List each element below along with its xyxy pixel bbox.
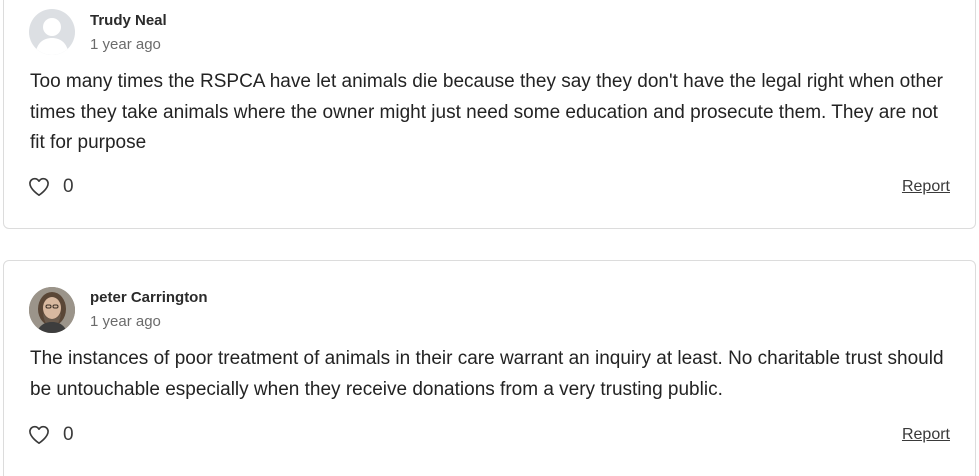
comment-card: Trudy Neal 1 year ago Too many times the… xyxy=(3,0,976,229)
comment-text: The instances of poor treatment of anima… xyxy=(30,348,944,400)
like-button[interactable]: 0 xyxy=(28,176,74,198)
heart-icon xyxy=(29,177,49,196)
report-link[interactable]: Report xyxy=(902,426,950,444)
default-user-silhouette-icon xyxy=(29,9,75,55)
comments-feed: Trudy Neal 1 year ago Too many times the… xyxy=(0,0,979,476)
like-count: 0 xyxy=(63,424,74,445)
avatar[interactable] xyxy=(29,9,75,55)
comment-card: peter Carrington 1 year ago The instance… xyxy=(3,260,976,476)
comment-timestamp: 1 year ago xyxy=(90,313,161,330)
comment-text: Too many times the RSPCA have let animal… xyxy=(30,71,943,153)
heart-icon xyxy=(29,425,49,444)
comment-timestamp: 1 year ago xyxy=(90,36,161,53)
report-link[interactable]: Report xyxy=(902,178,950,196)
like-count: 0 xyxy=(63,176,74,197)
user-photo-avatar xyxy=(29,287,75,333)
author-name[interactable]: Trudy Neal xyxy=(90,12,167,29)
avatar[interactable] xyxy=(29,287,75,333)
author-name[interactable]: peter Carrington xyxy=(90,289,208,306)
like-button[interactable]: 0 xyxy=(28,424,74,446)
